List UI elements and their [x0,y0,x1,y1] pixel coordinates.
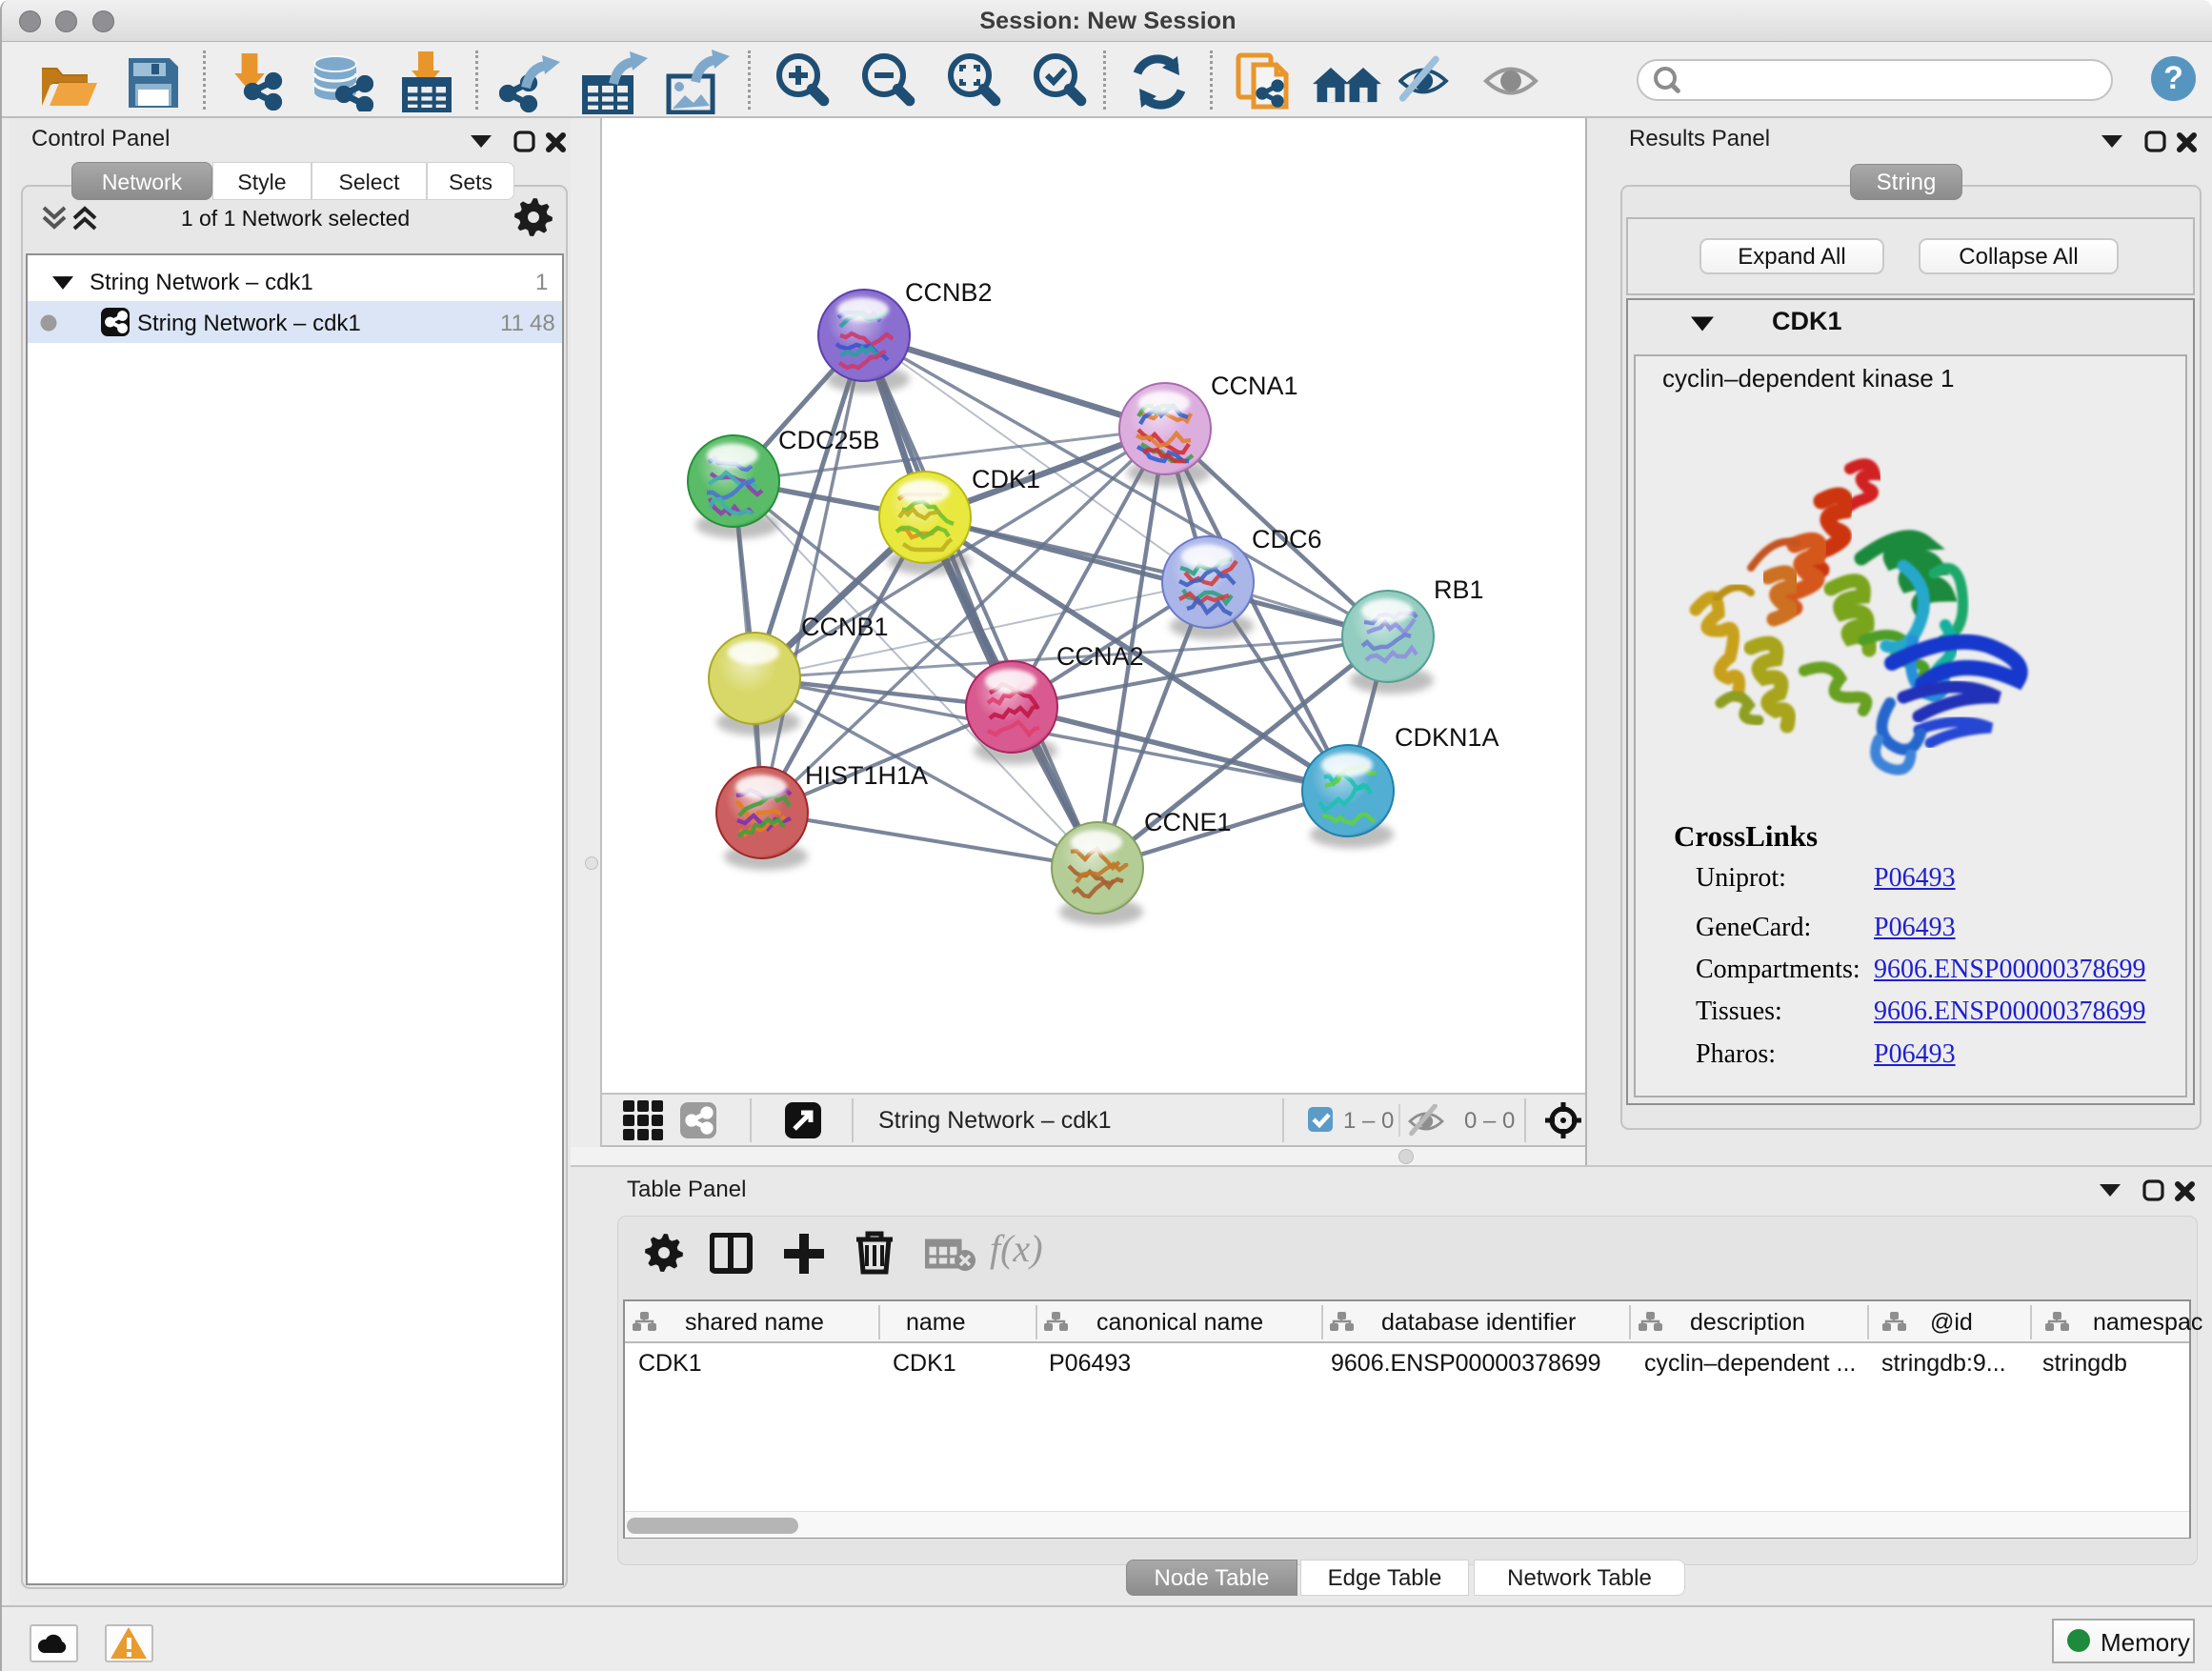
svg-text:CDC25B: CDC25B [778,426,880,454]
svg-text:CCNB2: CCNB2 [905,278,993,307]
svg-text:CCNE1: CCNE1 [1144,808,1232,836]
svg-text:CDK1: CDK1 [972,465,1040,493]
svg-text:CDC6: CDC6 [1252,525,1322,554]
svg-text:HIST1H1A: HIST1H1A [805,761,928,790]
svg-text:RB1: RB1 [1434,575,1484,604]
svg-text:CCNB1: CCNB1 [801,613,889,641]
svg-text:CCNA2: CCNA2 [1056,642,1144,671]
svg-text:CCNA1: CCNA1 [1211,372,1298,400]
svg-text:CDKN1A: CDKN1A [1395,723,1499,752]
